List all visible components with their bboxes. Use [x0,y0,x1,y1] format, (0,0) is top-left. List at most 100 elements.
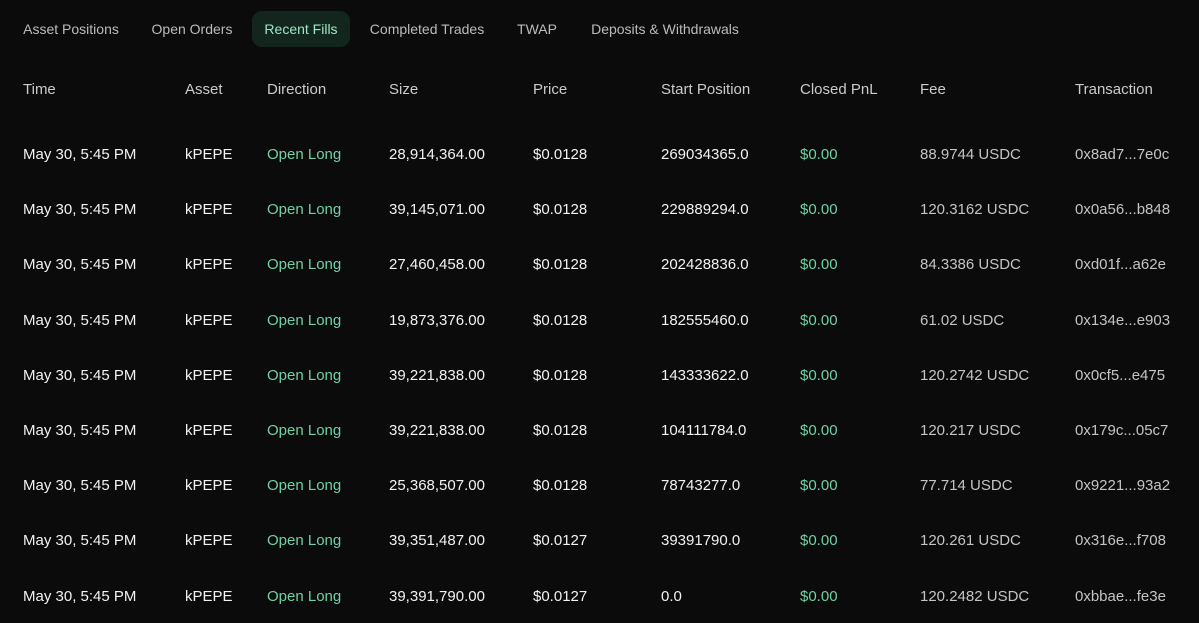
cell-price: $0.0128 [533,311,588,329]
column-header-closed-pnl[interactable]: Closed PnL [800,62,878,117]
cell-fee: 88.9744 USDC [920,146,1021,164]
cell-transaction-link[interactable]: 0x134e...e903 [1075,293,1170,348]
cell-asset[interactable]: kPEPE [185,237,233,292]
cell-transaction-link[interactable]: 0xbbae...fe3e [1075,569,1166,623]
cell-price: $0.0128 [533,366,588,384]
cell-fee: 120.2482 USDC [920,587,1030,605]
cell-time: May 30, 5:45 PM [23,366,137,384]
cell-fee: 120.261 USDC [920,532,1021,550]
cell-start-position: 202428836.0 [661,256,749,274]
cell-direction: Open Long [267,311,342,329]
table-row: May 30, 5:45 PM kPEPE Open Long 39,145,071.… [0,182,1199,237]
cell-asset[interactable]: kPEPE [185,513,233,568]
cell-time: May 30, 5:45 PM [23,477,137,495]
table-row: May 30, 5:45 PM kPEPE Open Long 39,221,838.… [0,403,1199,458]
cell-asset[interactable]: kPEPE [185,403,233,458]
table-header-row: Time Asset Direction Size Price Start Po… [0,72,1199,127]
cell-direction: Open Long [267,201,342,219]
cell-asset[interactable]: kPEPE [185,293,233,348]
cell-transaction-link[interactable]: 0x316e...f708 [1075,513,1166,568]
cell-direction: Open Long [267,532,342,550]
cell-transaction-link[interactable]: 0x9221...93a2 [1075,458,1170,513]
column-header-direction[interactable]: Direction [267,62,326,117]
cell-fee: 77.714 USDC [920,477,1013,495]
cell-time: May 30, 5:45 PM [23,146,137,164]
cell-asset[interactable]: kPEPE [185,127,233,182]
cell-closed-pnl: $0.00 [800,532,838,550]
cell-closed-pnl: $0.00 [800,587,838,605]
cell-time: May 30, 5:45 PM [23,532,137,550]
tab-twap[interactable]: TWAP [506,11,568,47]
table-row: May 30, 5:45 PM kPEPE Open Long 27,460,458.… [0,237,1199,292]
cell-closed-pnl: $0.00 [800,201,838,219]
table-row: May 30, 5:45 PM kPEPE Open Long 39,221,838.… [0,348,1199,403]
cell-transaction-link[interactable]: 0x0a56...b848 [1075,182,1170,237]
cell-transaction-link[interactable]: 0x179c...05c7 [1075,403,1168,458]
cell-closed-pnl: $0.00 [800,366,838,384]
cell-transaction-link[interactable]: 0x0cf5...e475 [1075,348,1165,403]
cell-start-position: 269034365.0 [661,146,749,164]
column-header-start-position[interactable]: Start Position [661,62,750,117]
tab-asset-positions[interactable]: Asset Positions [12,11,130,47]
cell-fee: 120.3162 USDC [920,201,1030,219]
column-header-asset[interactable]: Asset [185,62,223,117]
cell-price: $0.0128 [533,146,588,164]
cell-size: 19,873,376.00 [389,311,485,329]
cell-start-position: 104111784.0 [661,422,747,440]
cell-transaction-link[interactable]: 0xd01f...a62e [1075,237,1166,292]
cell-start-position: 182555460.0 [661,311,749,329]
cell-size: 39,221,838.00 [389,366,485,384]
cell-direction: Open Long [267,256,342,274]
cell-direction: Open Long [267,146,342,164]
cell-time: May 30, 5:45 PM [23,422,137,440]
column-header-size[interactable]: Size [389,62,418,117]
cell-closed-pnl: $0.00 [800,311,838,329]
cell-asset[interactable]: kPEPE [185,569,233,623]
column-header-transaction[interactable]: Transaction [1075,62,1153,117]
tab-deposits-withdrawals[interactable]: Deposits & Withdrawals [580,11,750,47]
cell-price: $0.0127 [533,532,588,550]
table-row: May 30, 5:45 PM kPEPE Open Long 25,368,507.… [0,458,1199,513]
table-row: May 30, 5:45 PM kPEPE Open Long 28,914,364.… [0,127,1199,182]
tab-recent-fills[interactable]: Recent Fills [252,11,350,47]
cell-start-position: 143333622.0 [661,366,749,384]
cell-size: 39,351,487.00 [389,532,485,550]
cell-size: 39,391,790.00 [389,587,485,605]
cell-direction: Open Long [267,422,342,440]
tab-completed-trades[interactable]: Completed Trades [360,11,494,47]
column-header-price[interactable]: Price [533,62,567,117]
cell-time: May 30, 5:45 PM [23,201,137,219]
column-header-time[interactable]: Time [23,62,56,117]
table-row: May 30, 5:45 PM kPEPE Open Long 39,391,790.… [0,569,1199,623]
cell-start-position: 78743277.0 [661,477,741,495]
cell-time: May 30, 5:45 PM [23,587,137,605]
cell-start-position: 0.0 [661,587,682,605]
recent-fills-page: Asset Positions Open Orders Recent Fills… [0,0,1199,623]
tab-open-orders[interactable]: Open Orders [142,11,242,47]
cell-start-position: 229889294.0 [661,201,749,219]
cell-asset[interactable]: kPEPE [185,458,233,513]
cell-price: $0.0128 [533,477,588,495]
cell-asset[interactable]: kPEPE [185,348,233,403]
cell-direction: Open Long [267,366,342,384]
cell-time: May 30, 5:45 PM [23,311,137,329]
cell-asset[interactable]: kPEPE [185,182,233,237]
cell-closed-pnl: $0.00 [800,422,838,440]
cell-fee: 61.02 USDC [920,311,1005,329]
cell-start-position: 39391790.0 [661,532,741,550]
cell-price: $0.0128 [533,422,588,440]
cell-size: 39,145,071.00 [389,201,485,219]
cell-direction: Open Long [267,477,342,495]
cell-closed-pnl: $0.00 [800,256,838,274]
cell-fee: 84.3386 USDC [920,256,1021,274]
cell-closed-pnl: $0.00 [800,477,838,495]
tab-bar: Asset Positions Open Orders Recent Fills… [0,11,1199,47]
table-row: May 30, 5:45 PM kPEPE Open Long 39,351,487.… [0,513,1199,568]
cell-size: 28,914,364.00 [389,146,485,164]
cell-transaction-link[interactable]: 0x8ad7...7e0c [1075,127,1169,182]
column-header-fee[interactable]: Fee [920,62,946,117]
fills-table: Time Asset Direction Size Price Start Po… [0,72,1199,623]
cell-closed-pnl: $0.00 [800,146,838,164]
cell-direction: Open Long [267,587,342,605]
cell-fee: 120.217 USDC [920,422,1021,440]
